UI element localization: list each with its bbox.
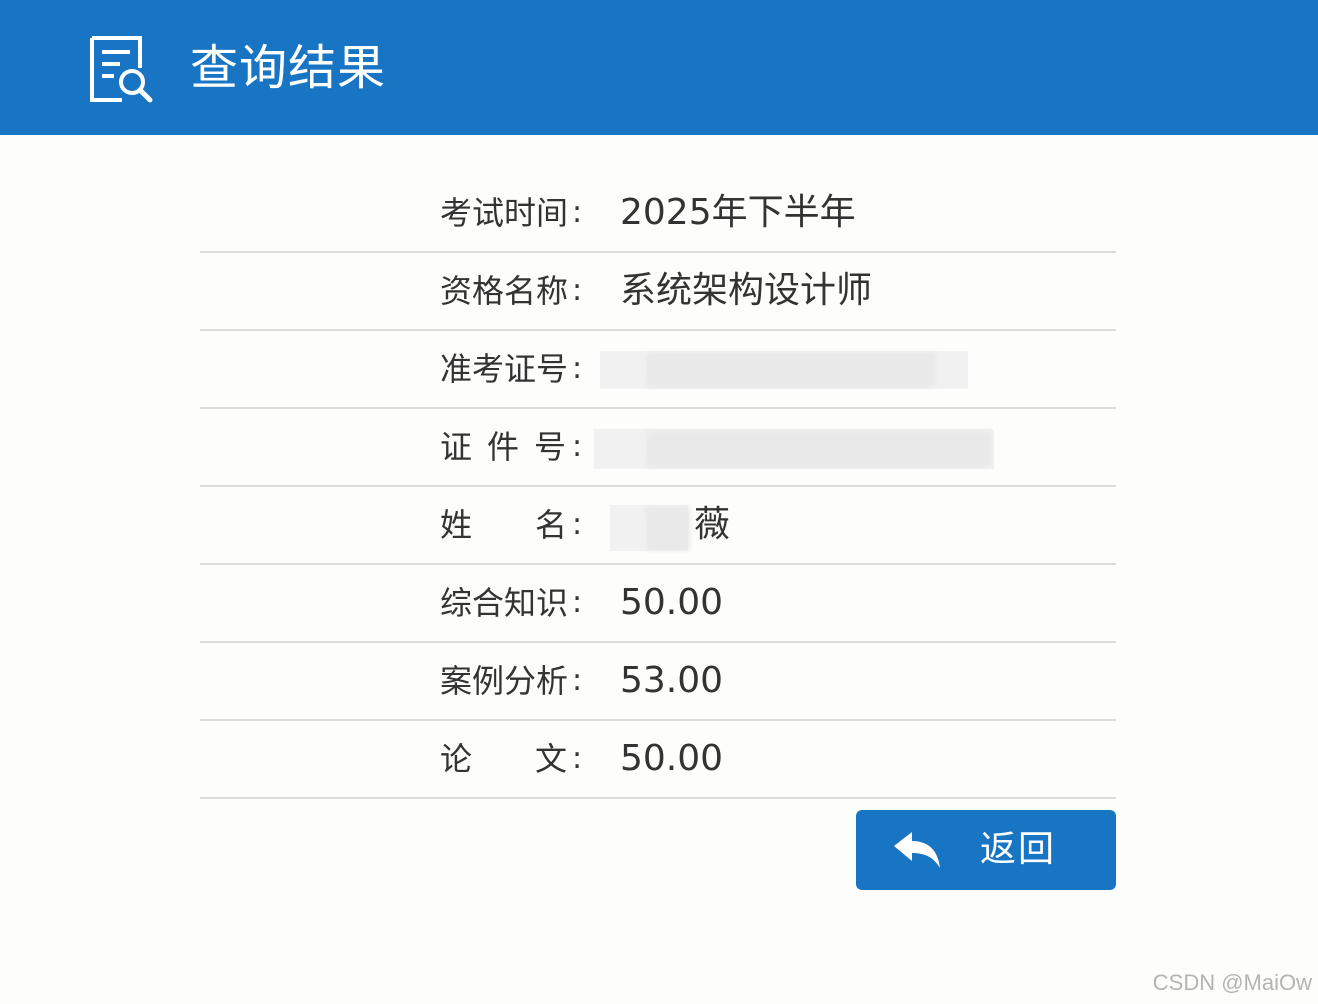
qualification-colon: :	[572, 273, 583, 308]
general-knowledge-score: 50.00	[620, 582, 724, 623]
exam-time-label: 考试时间	[440, 194, 569, 232]
return-button-label: 返回	[980, 829, 1057, 870]
exam-time-value: 2025年下半年	[620, 192, 856, 233]
redaction-blur	[646, 353, 936, 387]
redaction-blur	[646, 507, 690, 551]
return-button[interactable]: 返回	[856, 810, 1116, 890]
result-row-essay: 论文 : 50.00	[200, 721, 1116, 799]
essay-colon: :	[572, 741, 583, 776]
redaction-blur	[646, 431, 992, 467]
result-table: 考试时间 : 2025年下半年 资格名称 : 系统架构设计师 准考证号 : 证件…	[200, 175, 1116, 799]
qualification-label: 资格名称	[440, 272, 569, 310]
name-label: 姓名	[440, 506, 631, 544]
case-analysis-label: 案例分析	[440, 662, 569, 700]
result-row-general-knowledge: 综合知识 : 50.00	[200, 565, 1116, 643]
case-analysis-colon: :	[572, 663, 583, 698]
page-header: 查询结果	[0, 0, 1318, 135]
exam-time-colon: :	[572, 195, 583, 230]
result-row-exam-time: 考试时间 : 2025年下半年	[200, 175, 1116, 253]
result-row-id-no: 证件号 :	[200, 409, 1116, 487]
page-title: 查询结果	[190, 40, 387, 96]
admission-no-colon: :	[572, 351, 583, 386]
id-no-colon: :	[572, 429, 583, 464]
general-knowledge-label: 综合知识	[440, 584, 569, 622]
watermark: CSDN @MaiOw	[1152, 970, 1312, 995]
reply-arrow-icon	[894, 832, 940, 868]
admission-no-label: 准考证号	[440, 350, 569, 388]
name-value: 薇	[694, 504, 731, 545]
case-analysis-score: 53.00	[620, 660, 724, 701]
essay-label: 论文	[440, 740, 631, 778]
document-search-icon	[90, 36, 153, 103]
id-no-label: 证件号	[440, 428, 582, 466]
name-colon: :	[572, 507, 583, 542]
essay-score: 50.00	[620, 738, 724, 779]
result-row-name: 姓名 : 薇	[200, 487, 1116, 565]
result-row-admission-no: 准考证号 :	[200, 331, 1116, 409]
general-knowledge-colon: :	[572, 585, 583, 620]
result-row-case-analysis: 案例分析 : 53.00	[200, 643, 1116, 721]
qualification-value: 系统架构设计师	[620, 270, 873, 311]
result-row-qualification: 资格名称 : 系统架构设计师	[200, 253, 1116, 331]
